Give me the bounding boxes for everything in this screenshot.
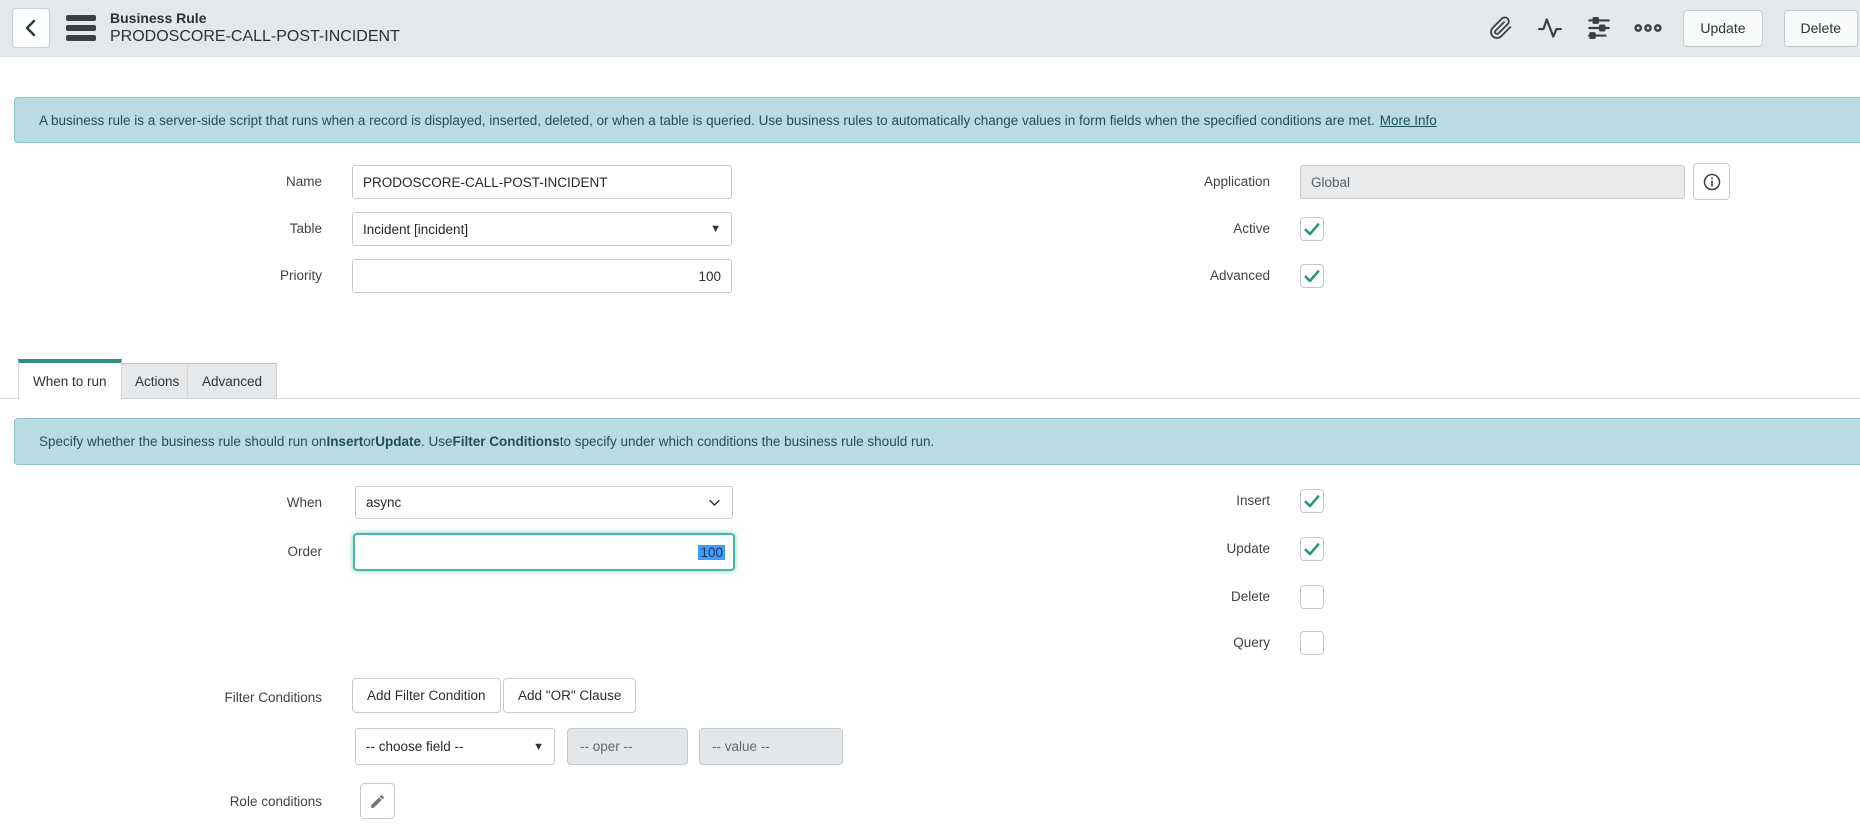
info-banner-text: A business rule is a server-side script … <box>39 112 1375 128</box>
value-placeholder: -- value -- <box>712 739 770 754</box>
update-button[interactable]: Update <box>1683 9 1763 47</box>
checkmark-icon <box>1304 543 1320 556</box>
table-select-value: Incident [incident] <box>363 221 469 237</box>
banner-segment: or <box>363 434 376 449</box>
personalize-form-button[interactable] <box>1585 14 1613 42</box>
advanced-label: Advanced <box>1209 268 1270 283</box>
choose-field-value: -- choose field -- <box>366 739 464 754</box>
application-value: Global <box>1311 174 1351 190</box>
dropdown-triangle-icon: ▼ <box>710 223 721 235</box>
filter-conditions-label: Filter Conditions <box>224 690 322 705</box>
role-conditions-edit-button[interactable] <box>360 783 395 819</box>
table-label: Table <box>289 221 322 236</box>
attachment-button[interactable] <box>1487 14 1515 42</box>
role-conditions-label: Role conditions <box>229 794 322 809</box>
banner-segment: Specify whether the business rule should… <box>39 434 327 449</box>
application-field: Global <box>1300 165 1685 199</box>
when-to-run-info-banner: Specify whether the business rule should… <box>14 418 1860 465</box>
banner-segment-bold: Filter Conditions <box>452 434 560 449</box>
more-info-link[interactable]: More Info <box>1380 113 1437 128</box>
business-rule-info-banner: A business rule is a server-side script … <box>14 97 1860 143</box>
banner-segment-bold: Insert <box>326 434 364 449</box>
application-label: Application <box>1203 174 1270 189</box>
more-options-icon <box>1634 24 1663 32</box>
dropdown-triangle-icon: ▼ <box>533 740 544 753</box>
pulse-icon <box>1538 18 1563 38</box>
record-name: PRODOSCORE-CALL-POST-INCIDENT <box>110 27 400 45</box>
order-selected-value: 100 <box>698 544 725 560</box>
value-field-disabled: -- value -- <box>699 728 843 765</box>
tab-advanced[interactable]: Advanced <box>187 363 278 399</box>
active-checkbox[interactable] <box>1300 217 1324 241</box>
tabs-divider <box>0 398 1860 399</box>
banner-segment: to specify under which conditions the bu… <box>559 434 935 449</box>
query-label: Query <box>1233 635 1270 650</box>
application-info-button[interactable] <box>1693 163 1730 200</box>
header-titles: Business Rule PRODOSCORE-CALL-POST-INCID… <box>110 10 400 47</box>
chevron-down-icon <box>709 499 720 506</box>
order-input-focused[interactable]: 100 <box>353 533 735 571</box>
delete-label: Delete <box>1230 589 1270 604</box>
add-filter-condition-button[interactable]: Add Filter Condition <box>352 678 501 713</box>
insert-checkbox[interactable] <box>1300 489 1324 513</box>
delete-checkbox[interactable] <box>1300 585 1324 609</box>
choose-field-select[interactable]: -- choose field -- ▼ <box>355 728 555 765</box>
priority-label: Priority <box>279 268 322 283</box>
operator-placeholder: -- oper -- <box>580 739 633 754</box>
update-checkbox[interactable] <box>1300 537 1324 561</box>
info-icon <box>1703 173 1720 190</box>
update-label: Update <box>1226 541 1270 556</box>
checkmark-icon <box>1304 270 1320 283</box>
table-select[interactable]: Incident [incident] ▼ <box>352 212 732 246</box>
sliders-icon <box>1588 16 1611 40</box>
chevron-left-icon <box>25 19 36 37</box>
when-select[interactable]: async <box>355 486 733 519</box>
query-checkbox[interactable] <box>1300 631 1324 655</box>
add-or-clause-button[interactable]: Add "OR" Clause <box>503 678 637 713</box>
delete-button[interactable]: Delete <box>1783 9 1858 47</box>
header-bar: Business Rule PRODOSCORE-CALL-POST-INCID… <box>0 0 1860 57</box>
priority-input[interactable] <box>352 259 732 293</box>
back-button[interactable] <box>12 8 50 48</box>
operator-select-disabled: -- oper -- <box>567 728 688 765</box>
name-label: Name <box>285 174 322 189</box>
tab-actions[interactable]: Actions <box>120 363 195 399</box>
insert-label: Insert <box>1236 493 1270 508</box>
checkmark-icon <box>1304 223 1320 236</box>
tab-when-to-run[interactable]: When to run <box>18 359 122 400</box>
checkmark-icon <box>1304 495 1320 508</box>
more-options-button[interactable] <box>1634 14 1663 42</box>
when-select-value: async <box>366 495 402 510</box>
activity-stream-button[interactable] <box>1536 14 1564 42</box>
paperclip-icon <box>1490 16 1512 39</box>
business-rule-form-page: Business Rule PRODOSCORE-CALL-POST-INCID… <box>0 0 1860 835</box>
when-label: When <box>286 495 322 510</box>
pencil-icon <box>371 794 384 808</box>
page-title: Business Rule <box>110 9 207 26</box>
header-actions: Update Delete <box>1487 9 1858 47</box>
name-input[interactable] <box>352 165 732 199</box>
hamburger-menu-icon[interactable] <box>66 15 96 41</box>
banner-segment: . Use <box>420 434 453 449</box>
banner-segment-bold: Update <box>375 434 421 449</box>
order-label: Order <box>287 544 322 559</box>
advanced-checkbox[interactable] <box>1300 264 1324 288</box>
active-label: Active <box>1233 221 1270 236</box>
